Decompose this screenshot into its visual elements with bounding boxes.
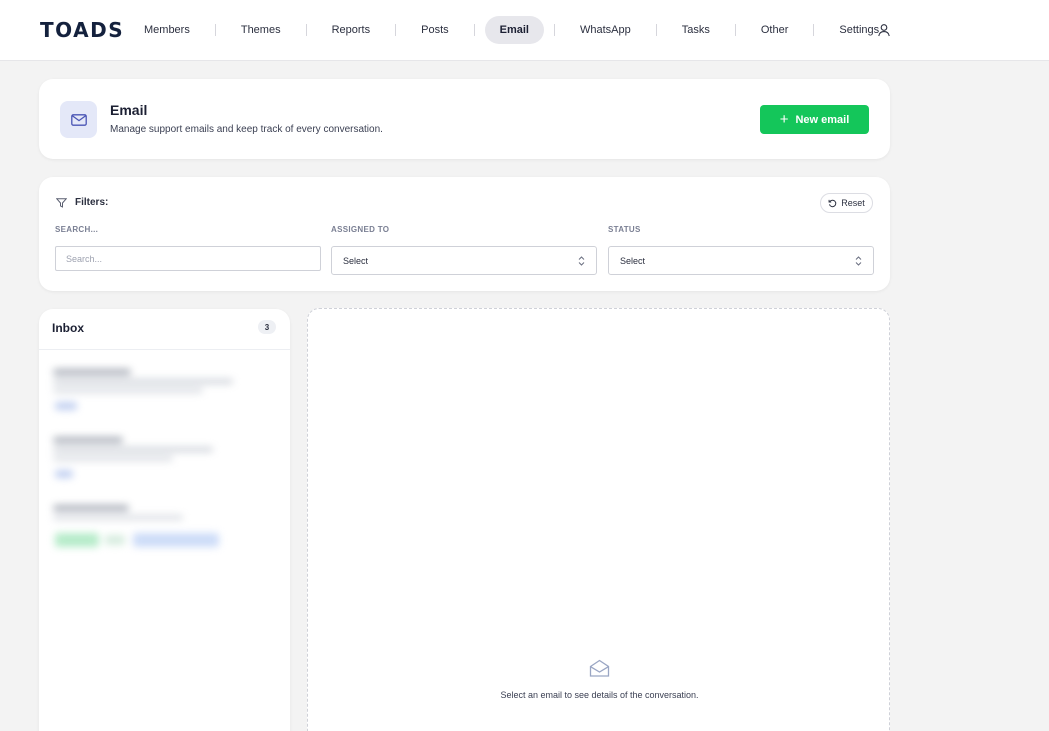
nav-item-whatsapp[interactable]: WhatsApp bbox=[565, 16, 646, 44]
plus-icon: + bbox=[779, 111, 789, 128]
email-detail-panel: Select an email to see details of the co… bbox=[307, 308, 890, 731]
search-input[interactable] bbox=[55, 246, 321, 271]
inbox-title: Inbox bbox=[52, 321, 84, 335]
email-list-item[interactable] bbox=[43, 425, 293, 487]
nav-item-tasks[interactable]: Tasks bbox=[667, 16, 725, 44]
assigned-to-label: ASSIGNED TO bbox=[331, 225, 390, 234]
reset-button[interactable]: Reset bbox=[820, 193, 873, 213]
mail-icon bbox=[70, 113, 87, 126]
mail-badge bbox=[60, 101, 97, 138]
email-list-item[interactable] bbox=[43, 495, 293, 565]
filters-title: Filters: bbox=[75, 197, 109, 208]
status-value: Select bbox=[620, 255, 646, 266]
nav-menu: Members Themes Reports Posts Email Whats… bbox=[129, 16, 894, 44]
nav-divider bbox=[734, 24, 736, 36]
top-navigation: TOADS Members Themes Reports Posts Email… bbox=[0, 0, 1049, 61]
nav-divider bbox=[554, 24, 555, 36]
status-select[interactable]: Select bbox=[608, 246, 874, 275]
filter-icon bbox=[56, 197, 67, 208]
empty-state-message: Select an email to see details of the co… bbox=[500, 690, 699, 700]
filters-header: Filters: bbox=[56, 197, 108, 208]
logo[interactable]: TOADS bbox=[40, 18, 124, 42]
nav-divider bbox=[473, 24, 475, 36]
nav-item-members[interactable]: Members bbox=[129, 16, 205, 44]
user-icon[interactable] bbox=[877, 23, 891, 37]
assigned-to-select[interactable]: Select bbox=[331, 246, 597, 275]
nav-item-reports[interactable]: Reports bbox=[317, 16, 386, 44]
chevron-up-down-icon bbox=[855, 255, 862, 266]
new-email-label: New email bbox=[795, 113, 850, 126]
nav-divider bbox=[214, 24, 216, 36]
nav-divider bbox=[813, 24, 815, 36]
page-title: Email bbox=[110, 102, 148, 118]
assigned-to-value: Select bbox=[343, 255, 369, 266]
envelope-open-icon bbox=[589, 659, 610, 677]
filters-card: Filters: Reset SEARCH... ASSIGNED TO STA… bbox=[39, 177, 890, 291]
inbox-divider bbox=[39, 349, 290, 350]
inbox-count-badge: 3 bbox=[258, 320, 276, 334]
nav-divider bbox=[395, 24, 397, 36]
reset-icon bbox=[828, 199, 837, 207]
nav-item-email[interactable]: Email bbox=[484, 16, 544, 44]
email-header-card: Email Manage support emails and keep tra… bbox=[39, 79, 890, 159]
new-email-button[interactable]: + New email bbox=[760, 105, 869, 134]
chevron-up-down-icon bbox=[578, 255, 585, 266]
email-list-blurred bbox=[43, 355, 293, 573]
nav-item-other[interactable]: Other bbox=[746, 16, 804, 44]
page-subtitle: Manage support emails and keep track of … bbox=[110, 124, 383, 135]
inbox-panel: Inbox 3 bbox=[39, 309, 290, 731]
nav-divider bbox=[305, 24, 307, 36]
email-list-item[interactable] bbox=[43, 355, 293, 417]
search-label: SEARCH... bbox=[55, 225, 99, 234]
reset-label: Reset bbox=[841, 198, 865, 208]
nav-item-themes[interactable]: Themes bbox=[226, 16, 296, 44]
nav-divider bbox=[655, 24, 657, 36]
nav-item-posts[interactable]: Posts bbox=[406, 16, 464, 44]
status-label: STATUS bbox=[608, 225, 641, 234]
